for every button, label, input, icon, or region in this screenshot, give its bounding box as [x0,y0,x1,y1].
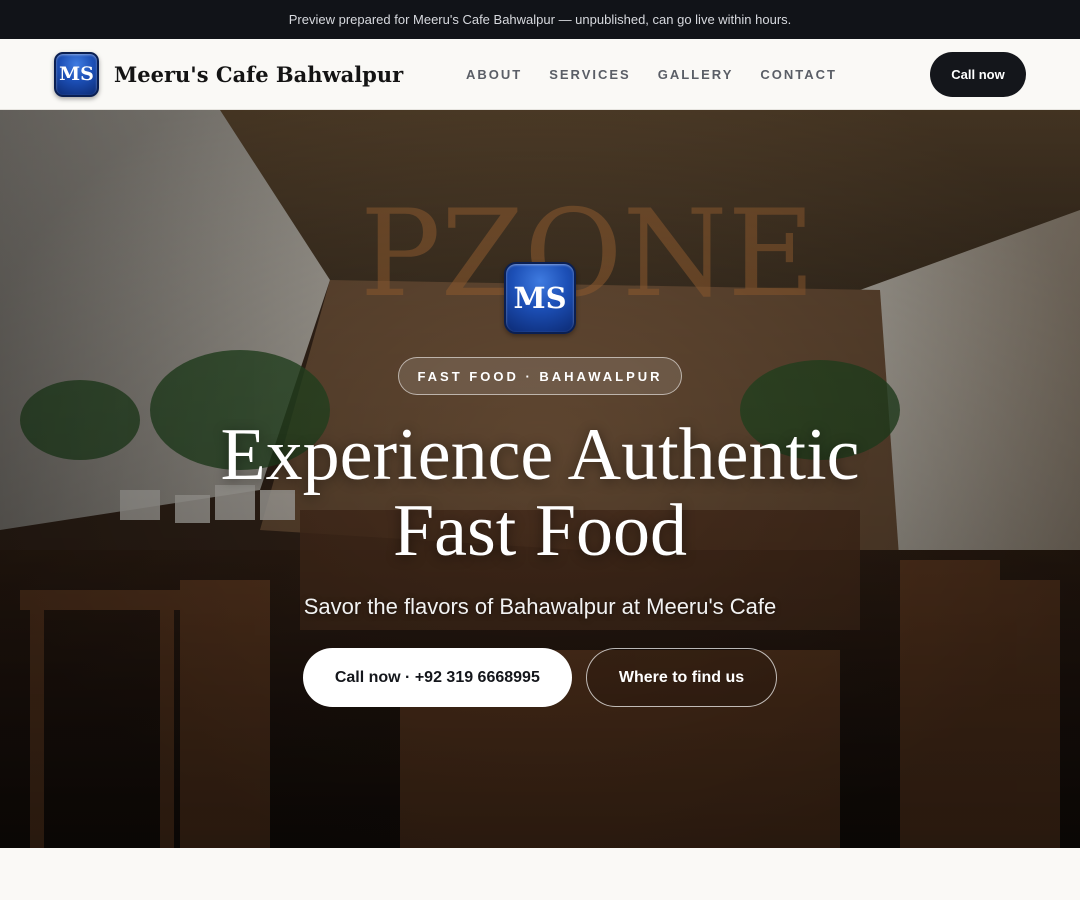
preview-banner-text: Preview prepared for Meeru's Cafe Bahwal… [288,12,792,27]
nav-link-services[interactable]: SERVICES [549,67,631,82]
hero-logo-wrap: MS [504,262,576,334]
hero-content: MS FAST FOOD · BAHAWALPUR Experience Aut… [0,110,1080,848]
main-nav: ABOUT SERVICES GALLERY CONTACT [466,39,837,110]
brand[interactable]: MS Meeru's Cafe Bahwalpur [54,51,403,97]
preview-banner: Preview prepared for Meeru's Cafe Bahwal… [0,0,1080,39]
brand-name[interactable]: Meeru's Cafe Bahwalpur [114,62,403,87]
brand-logo-text: MS [59,63,94,85]
hero-title: Experience Authentic Fast Food [220,414,860,572]
header-call-button[interactable]: Call now [930,52,1026,97]
tagline-text: FAST FOOD · BAHAWALPUR [417,368,663,384]
hero-buttons: Call now · +92 319 6668995 Where to find… [302,648,778,707]
hero-subtitle: Savor the flavors of Bahawalpur at Meeru… [303,594,777,619]
tagline-badge: FAST FOOD · BAHAWALPUR [398,357,682,395]
find-us-button[interactable]: Where to find us [585,648,778,707]
hero-logo-text: MS [513,281,567,315]
hero-logo: MS [504,262,576,334]
call-now-phone-button[interactable]: Call now · +92 319 6668995 [302,648,572,707]
nav-link-gallery[interactable]: GALLERY [658,67,734,82]
next-section [0,848,1080,900]
nav-link-contact[interactable]: CONTACT [760,67,837,82]
hero-section: PZONE MS [0,110,1080,848]
brand-logo[interactable]: MS [54,51,99,97]
nav-link-about[interactable]: ABOUT [466,67,522,82]
site-header: MS Meeru's Cafe Bahwalpur ABOUT SERVICES… [0,39,1080,110]
